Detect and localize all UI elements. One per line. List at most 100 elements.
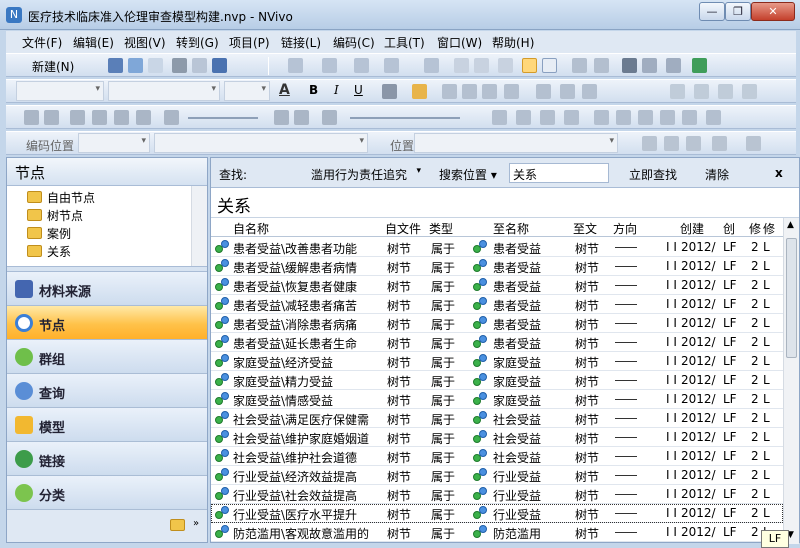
- menu-project[interactable]: 项目(P): [229, 34, 270, 51]
- table-row[interactable]: 行业受益\社会效益提高 树节 属于 行业受益 树节 I I 2012/LF 2 L: [211, 485, 783, 504]
- spreadsheet-icon[interactable]: [692, 58, 707, 73]
- nav-button-queries[interactable]: 查询: [7, 374, 207, 408]
- unlink-icon[interactable]: [694, 84, 709, 99]
- nav-button-nodes[interactable]: 节点: [7, 306, 207, 340]
- find-icon[interactable]: [572, 58, 587, 73]
- replace-icon[interactable]: [594, 58, 609, 73]
- mark-start-icon[interactable]: [274, 110, 289, 125]
- volume-icon[interactable]: [164, 110, 179, 125]
- col-from-name[interactable]: 自名称: [233, 220, 269, 236]
- playback-mode-icon[interactable]: [322, 110, 337, 125]
- merge-cells-icon[interactable]: [682, 110, 697, 125]
- table-row[interactable]: 家庭受益\情感受益 树节 属于 家庭受益 树节 I I 2012/LF 2 L: [211, 390, 783, 409]
- menu-links[interactable]: 链接(L): [281, 34, 321, 51]
- scroll-thumb[interactable]: [786, 238, 797, 358]
- relation-icon[interactable]: [498, 58, 513, 73]
- see-also-icon[interactable]: [742, 84, 757, 99]
- align-left-icon[interactable]: [442, 84, 457, 99]
- table-props-icon[interactable]: [516, 110, 531, 125]
- close-find-button[interactable]: x: [775, 166, 783, 180]
- search-in-button[interactable]: 搜索位置 ▾: [439, 166, 497, 183]
- nav-button-links[interactable]: 链接: [7, 442, 207, 476]
- menu-help[interactable]: 帮助(H): [492, 34, 534, 51]
- table-row[interactable]: 防范滥用\客观故意滥用的树节属于防范滥用树节I I2012/LF2L: [211, 523, 783, 542]
- maximize-button[interactable]: ❐: [725, 2, 751, 21]
- nav-button-sources[interactable]: 材料来源: [7, 272, 207, 306]
- col-type[interactable]: 类型: [429, 220, 453, 236]
- skip-back-icon[interactable]: [70, 110, 85, 125]
- in-vivo-icon[interactable]: [686, 136, 701, 151]
- align-right-icon[interactable]: [482, 84, 497, 99]
- table-row[interactable]: 患者受益\消除患者病痛 树节 属于 患者受益 树节 I I 2012/LF 2 L: [211, 314, 783, 333]
- scroll-up-icon[interactable]: ▲: [787, 220, 794, 230]
- table-grid-icon[interactable]: [564, 110, 579, 125]
- link-icon[interactable]: [670, 84, 685, 99]
- font-size-combo[interactable]: ▾: [224, 81, 270, 101]
- col-to-type[interactable]: 至文: [573, 220, 597, 236]
- line-color-icon[interactable]: [382, 84, 397, 99]
- panel-view-icon[interactable]: [542, 58, 557, 73]
- table-row[interactable]: 患者受益\缓解患者病情 树节 属于 患者受益 树节 I I 2012/LF 2 L: [211, 257, 783, 276]
- fast-forward-icon[interactable]: [114, 110, 129, 125]
- delete-column-icon[interactable]: [660, 110, 675, 125]
- table-row[interactable]: 患者受益\延长患者生命 树节 属于 患者受益 树节 I I 2012/LF 2 L: [211, 333, 783, 352]
- style-combo[interactable]: ▾: [16, 81, 104, 101]
- chart-icon[interactable]: [424, 58, 439, 73]
- italic-button[interactable]: I: [334, 83, 339, 97]
- highlight-icon[interactable]: [384, 58, 399, 73]
- col-modified[interactable]: 修: [749, 220, 761, 236]
- mark-end-icon[interactable]: [294, 110, 309, 125]
- table-row[interactable]: 患者受益\改善患者功能 树节 属于 患者受益 树节 I I 2012/LF 2 L: [211, 238, 783, 257]
- find-combo[interactable]: 滥用行为责任追究 ▾: [307, 163, 425, 183]
- save-icon[interactable]: [108, 58, 123, 73]
- volume-slider[interactable]: [188, 117, 258, 119]
- menu-view[interactable]: 视图(V): [124, 34, 166, 51]
- close-button[interactable]: ✕: [751, 2, 795, 21]
- print-icon[interactable]: [128, 58, 143, 73]
- filter-icon[interactable]: [642, 58, 657, 73]
- col-created[interactable]: 创建: [680, 220, 704, 236]
- position-combo[interactable]: ▾: [414, 133, 618, 153]
- nav-button-classifications[interactable]: 分类: [7, 476, 207, 510]
- menu-code[interactable]: 编码(C): [333, 34, 375, 51]
- delete-row-icon[interactable]: [638, 110, 653, 125]
- col-from-type[interactable]: 自文件: [385, 220, 421, 236]
- table-row[interactable]: 患者受益\恢复患者健康 树节 属于 患者受益 树节 I I 2012/LF 2 L: [211, 276, 783, 295]
- uncode-icon[interactable]: [664, 136, 679, 151]
- coding-node-combo[interactable]: ▾: [154, 133, 368, 153]
- table-scrollbar[interactable]: ▲ ▼: [783, 218, 799, 544]
- cut-icon[interactable]: [172, 58, 187, 73]
- underline-button[interactable]: U: [354, 83, 363, 97]
- undo-icon[interactable]: [212, 58, 227, 73]
- table-row[interactable]: 家庭受益\经济受益 树节 属于 家庭受益 树节 I I 2012/LF 2 L: [211, 352, 783, 371]
- tree-scrollbar[interactable]: [191, 186, 207, 266]
- justify-icon[interactable]: [504, 84, 519, 99]
- col-direction[interactable]: 方向: [613, 220, 637, 236]
- tree-item-free-nodes[interactable]: 自由节点: [27, 189, 95, 207]
- table-row[interactable]: 社会受益\维护家庭婚姻道 树节 属于 社会受益 树节 I I 2012/LF 2 L: [211, 428, 783, 447]
- new-button[interactable]: 新建(N): [32, 58, 74, 75]
- col-to-name[interactable]: 至名称: [493, 220, 529, 236]
- model-link-icon[interactable]: [454, 58, 469, 73]
- search-in-field[interactable]: 关系: [509, 163, 609, 183]
- minimize-button[interactable]: —: [699, 2, 725, 21]
- menu-edit[interactable]: 编辑(E): [73, 34, 114, 51]
- table-row[interactable]: 行业受益\经济效益提高 树节 属于 行业受益 树节 I I 2012/LF 2 L: [211, 466, 783, 485]
- skip-forward-icon[interactable]: [136, 110, 151, 125]
- playback-slider[interactable]: [350, 117, 460, 119]
- dash-icon[interactable]: [354, 58, 369, 73]
- detail-view-icon[interactable]: [322, 58, 337, 73]
- coding-position-combo[interactable]: ▾: [78, 133, 150, 153]
- list-view-icon[interactable]: [288, 58, 303, 73]
- sort-icon[interactable]: [622, 58, 637, 73]
- clear-button[interactable]: 清除: [705, 166, 729, 183]
- folder-list-icon[interactable]: [170, 519, 185, 531]
- table-border-icon[interactable]: [540, 110, 555, 125]
- coding-stripes-icon[interactable]: [712, 136, 727, 151]
- tree-item-relationships[interactable]: 关系: [27, 243, 71, 261]
- col-created-by[interactable]: 创: [723, 220, 735, 236]
- table-row[interactable]: 社会受益\满足医疗保健需 树节 属于 社会受益 树节 I I 2012/LF 2 L: [211, 409, 783, 428]
- tree-item-cases[interactable]: 案例: [27, 225, 71, 243]
- font-color-button[interactable]: A: [279, 82, 290, 98]
- nav-button-sets[interactable]: 群组: [7, 340, 207, 374]
